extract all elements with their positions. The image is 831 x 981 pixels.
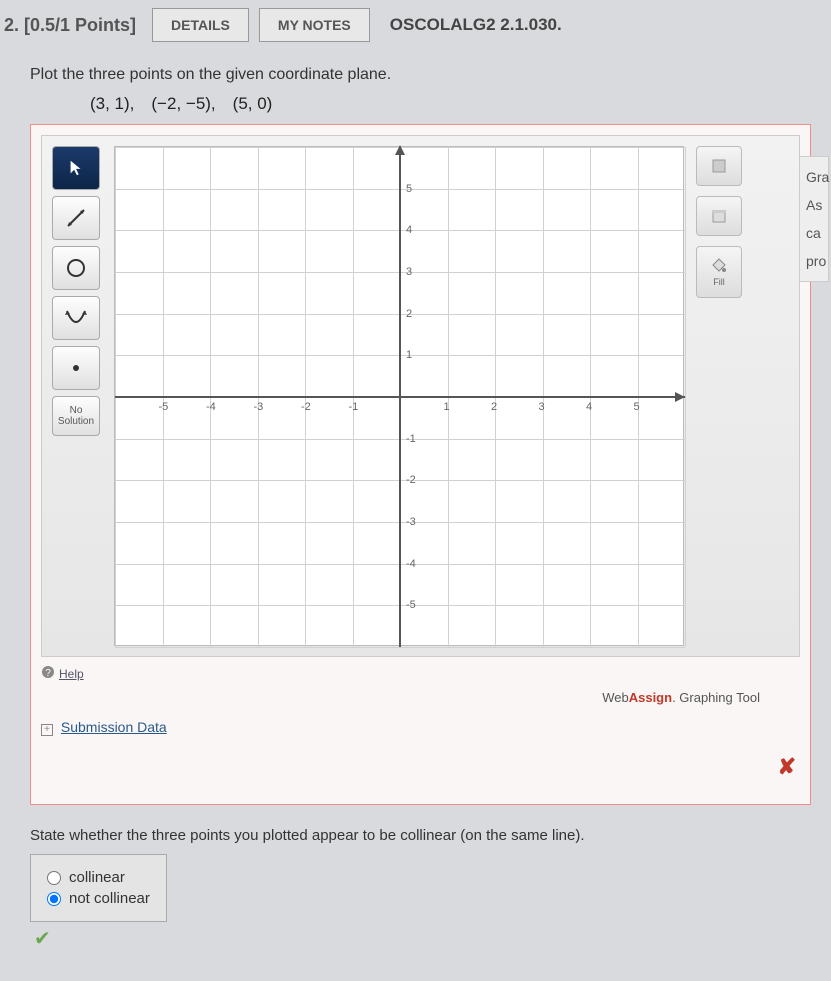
correct-icon: ✔ <box>34 926 811 951</box>
radio-collinear-input[interactable] <box>47 871 61 885</box>
side-text-3: ca <box>806 219 826 247</box>
fill-label: Fill <box>713 277 725 287</box>
side-hints-panel: Gra As ca pro <box>799 156 829 282</box>
incorrect-icon: ✘ <box>778 754 796 780</box>
line-tool[interactable] <box>52 196 100 240</box>
details-button[interactable]: DETAILS <box>152 8 249 42</box>
right-toolbar: Fill <box>696 146 742 646</box>
circle-tool[interactable] <box>52 246 100 290</box>
collinear-question: State whether the three points you plott… <box>30 827 811 844</box>
fill-button[interactable]: Fill <box>696 246 742 298</box>
points-list: (3, 1), (−2, −5), (5, 0) <box>90 94 811 114</box>
my-notes-button[interactable]: MY NOTES <box>259 8 370 42</box>
submission-data-row: + Submission Data <box>41 719 800 736</box>
left-toolbar: No Solution <box>52 146 106 646</box>
brand-pre: Web <box>602 690 629 705</box>
help-link[interactable]: ? Help <box>41 665 800 682</box>
brand-post: . Graphing Tool <box>672 690 760 705</box>
radio-not-collinear[interactable]: not collinear <box>47 890 150 907</box>
prompt-text: Plot the three points on the given coord… <box>30 66 811 84</box>
radio-collinear[interactable]: collinear <box>47 869 150 886</box>
coordinate-plane[interactable]: -5-4-3-2-112345-5-4-3-2-112345 <box>114 146 684 646</box>
question-body: Plot the three points on the given coord… <box>0 50 831 981</box>
radio-group: collinear not collinear <box>30 854 167 922</box>
svg-text:?: ? <box>45 668 51 679</box>
parabola-tool[interactable] <box>52 296 100 340</box>
help-label: Help <box>59 667 84 681</box>
clear-button[interactable] <box>696 196 742 236</box>
side-text-2: As <box>806 191 826 219</box>
radio-not-collinear-input[interactable] <box>47 892 61 906</box>
undo-button[interactable] <box>696 146 742 186</box>
radio-not-collinear-label: not collinear <box>69 890 150 907</box>
side-text-1: Gra <box>806 163 826 191</box>
question-number: 2. [0.5/1 Points] <box>4 15 136 36</box>
help-icon: ? <box>41 665 55 682</box>
graph-widget: No Solution -5-4-3-2-112345-5-4-3-2-1123… <box>41 135 800 657</box>
question-header: 2. [0.5/1 Points] DETAILS MY NOTES OSCOL… <box>0 0 831 50</box>
side-text-4: pro <box>806 247 826 275</box>
question-reference: OSCOLALG2 2.1.030. <box>390 15 562 35</box>
graph-container: No Solution -5-4-3-2-112345-5-4-3-2-1123… <box>30 124 811 805</box>
point-tool[interactable] <box>52 346 100 390</box>
brand-bold: Assign <box>629 690 672 705</box>
no-solution-button[interactable]: No Solution <box>52 396 100 436</box>
radio-collinear-label: collinear <box>69 869 125 886</box>
graphing-tool-brand: WebAssign. Graphing Tool <box>41 690 760 705</box>
pointer-tool[interactable] <box>52 146 100 190</box>
submission-data-link[interactable]: Submission Data <box>61 719 167 735</box>
plus-icon[interactable]: + <box>41 724 53 736</box>
